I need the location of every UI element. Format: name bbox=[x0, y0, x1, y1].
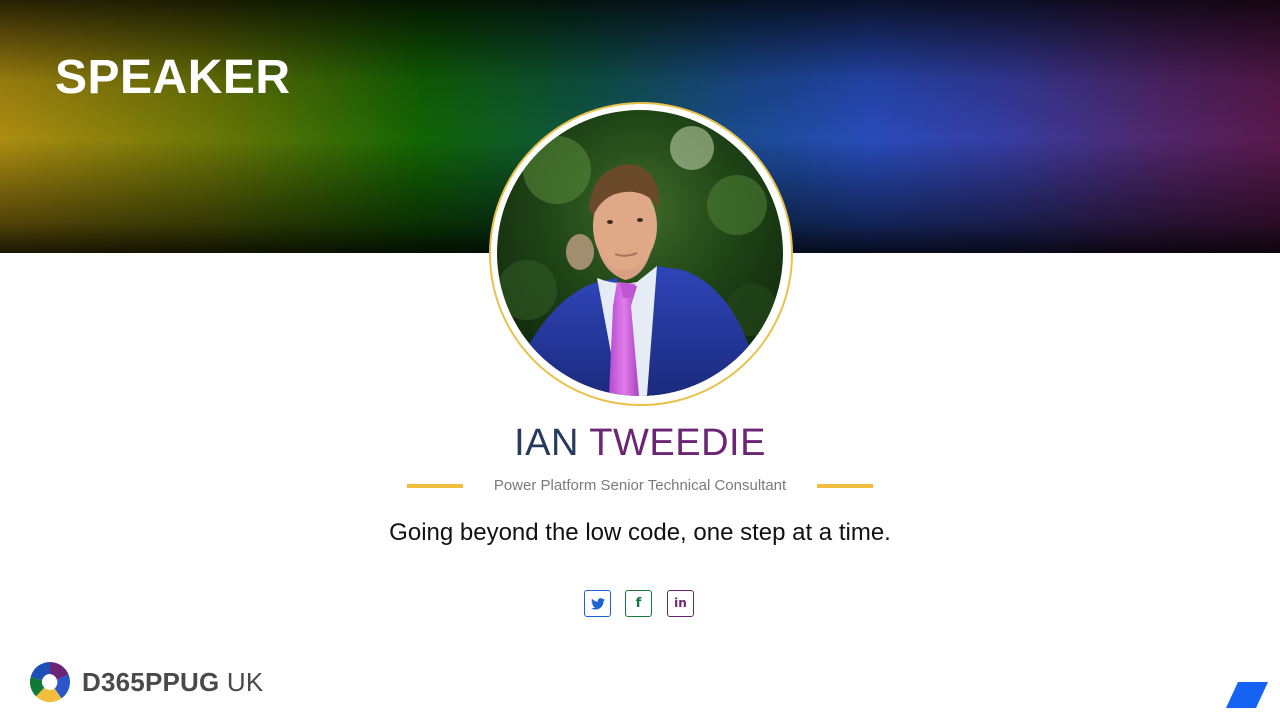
speaker-last-name: TWEEDIE bbox=[589, 422, 766, 464]
linkedin-link[interactable]: in bbox=[667, 590, 694, 617]
logo-text-regular: UK bbox=[219, 667, 264, 697]
linkedin-icon: in bbox=[674, 596, 687, 610]
speaker-portrait-icon bbox=[497, 110, 783, 396]
banner-title: SPEAKER bbox=[55, 51, 291, 104]
facebook-icon: f bbox=[635, 596, 642, 611]
twitter-link[interactable] bbox=[584, 590, 611, 617]
speaker-tagline: Going beyond the low code, one step at a… bbox=[389, 519, 891, 546]
aperture-logo-icon bbox=[30, 662, 70, 702]
logo-wordmark: D365PPUG UK bbox=[82, 667, 263, 697]
facebook-link[interactable]: f bbox=[625, 590, 652, 617]
corner-accent-icon bbox=[1226, 682, 1268, 708]
speaker-slide: SPEAKER IAN TWEEDIE Power Platform Senio… bbox=[0, 0, 1280, 720]
twitter-icon bbox=[590, 597, 605, 610]
speaker-photo bbox=[497, 110, 783, 396]
speaker-first-name: IAN bbox=[514, 422, 579, 464]
speaker-name: IAN TWEEDIE bbox=[340, 420, 940, 466]
logo-text-bold: D365PPUG bbox=[82, 667, 220, 697]
speaker-role: Power Platform Senior Technical Consulta… bbox=[493, 477, 787, 494]
brand-logo: D365PPUG UK bbox=[30, 662, 263, 702]
divider-left bbox=[407, 484, 463, 488]
divider-right bbox=[817, 484, 873, 488]
